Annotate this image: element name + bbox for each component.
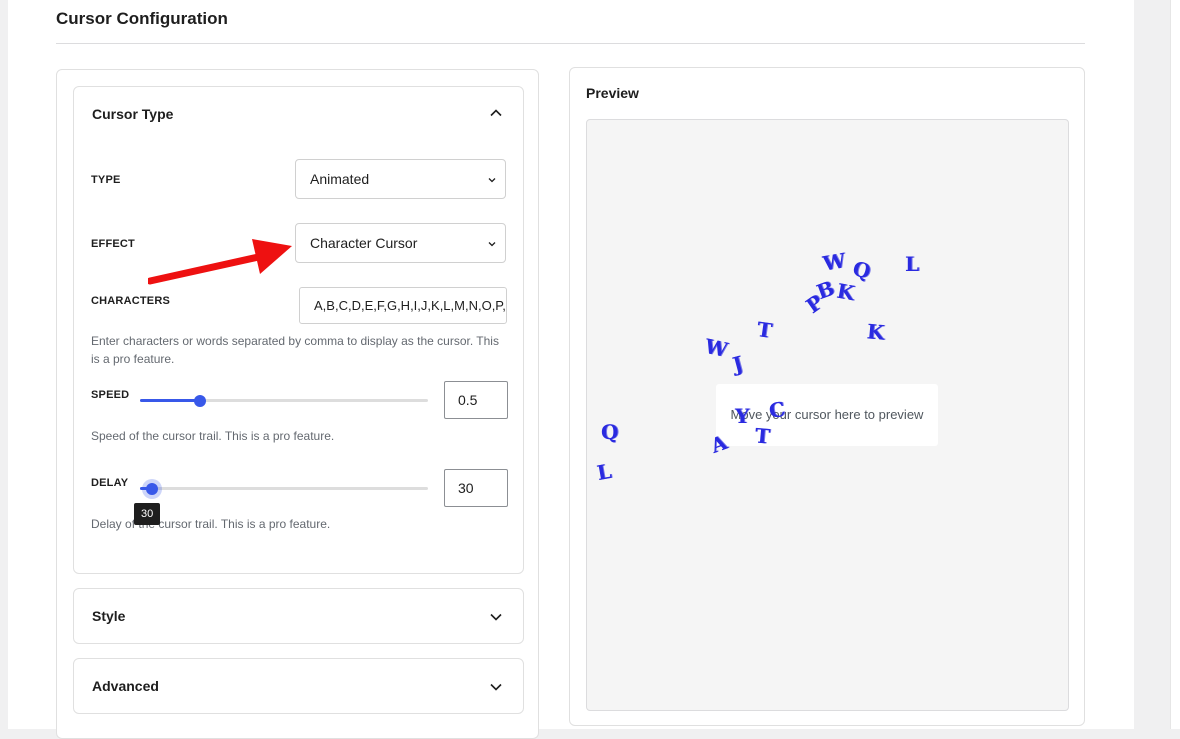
preview-trail-character: K xyxy=(835,278,857,306)
chevron-down-icon xyxy=(488,178,496,183)
effect-select[interactable]: Character Cursor xyxy=(295,223,506,263)
advanced-panel[interactable]: Advanced xyxy=(73,658,524,714)
chevron-down-icon[interactable] xyxy=(489,680,503,694)
effect-label: EFFECT xyxy=(91,238,135,250)
speed-label: SPEED xyxy=(91,389,130,401)
preview-trail-character: T xyxy=(753,423,771,449)
delay-slider-tooltip: 30 xyxy=(134,503,161,525)
speed-slider-fill xyxy=(140,399,200,402)
style-panel[interactable]: Style xyxy=(73,588,524,644)
preview-trail-character: Q xyxy=(601,420,619,444)
preview-trail-character: Y xyxy=(735,404,750,428)
preview-trail-character: L xyxy=(905,252,920,276)
delay-input[interactable]: 30 xyxy=(444,469,508,507)
preview-area[interactable]: Move your cursor here to preview WQLBKPT… xyxy=(586,119,1069,711)
page: Cursor Configuration Cursor Type TYPE An… xyxy=(8,0,1134,739)
speed-input[interactable]: 0.5 xyxy=(444,381,508,419)
cursor-type-panel: Cursor Type TYPE Animated EFFECT Charact… xyxy=(73,86,524,574)
preview-trail-character: T xyxy=(755,317,774,343)
page-title: Cursor Configuration xyxy=(56,9,228,28)
preview-title: Preview xyxy=(586,85,639,101)
preview-trail-character: W xyxy=(702,333,730,363)
characters-help: Enter characters or words separated by c… xyxy=(91,334,499,366)
delay-label: DELAY xyxy=(91,477,129,489)
preview-trail-character: Q xyxy=(850,256,874,284)
cursor-type-panel-title[interactable]: Cursor Type xyxy=(92,106,173,122)
speed-slider-thumb[interactable] xyxy=(194,394,206,407)
preview-hint: Move your cursor here to preview xyxy=(716,384,938,446)
effect-select-value: Character Cursor xyxy=(310,235,418,251)
type-label: TYPE xyxy=(91,174,121,186)
chevron-down-icon[interactable] xyxy=(489,610,503,624)
type-select-value: Animated xyxy=(310,171,370,187)
preview-trail-character: W xyxy=(821,248,848,276)
preview-column: Preview Move your cursor here to preview… xyxy=(569,67,1085,726)
preview-trail-character: J xyxy=(730,351,746,377)
type-select[interactable]: Animated xyxy=(295,159,506,199)
chevron-down-icon xyxy=(488,242,496,247)
advanced-panel-title: Advanced xyxy=(92,678,159,694)
preview-trail-character: L xyxy=(595,458,614,486)
annotation-arrow-icon xyxy=(148,239,292,285)
speed-help: Speed of the cursor trail. This is a pro… xyxy=(91,429,335,443)
delay-slider-thumb[interactable] xyxy=(146,482,158,495)
characters-input[interactable]: A,B,C,D,E,F,G,H,I,J,K,L,M,N,O,P,Q,R,S,T,… xyxy=(299,287,507,324)
speed-slider[interactable] xyxy=(140,394,428,407)
chevron-up-icon[interactable] xyxy=(489,106,503,120)
characters-label: CHARACTERS xyxy=(91,295,170,307)
delay-slider[interactable] xyxy=(140,478,428,499)
settings-column: Cursor Type TYPE Animated EFFECT Charact… xyxy=(56,69,539,739)
style-panel-title: Style xyxy=(92,608,126,624)
title-divider xyxy=(56,43,1085,44)
delay-help: Delay of the cursor trail. This is a pro… xyxy=(91,517,331,531)
preview-trail-character: K xyxy=(865,319,886,345)
scrollbar-strip xyxy=(1170,0,1180,729)
